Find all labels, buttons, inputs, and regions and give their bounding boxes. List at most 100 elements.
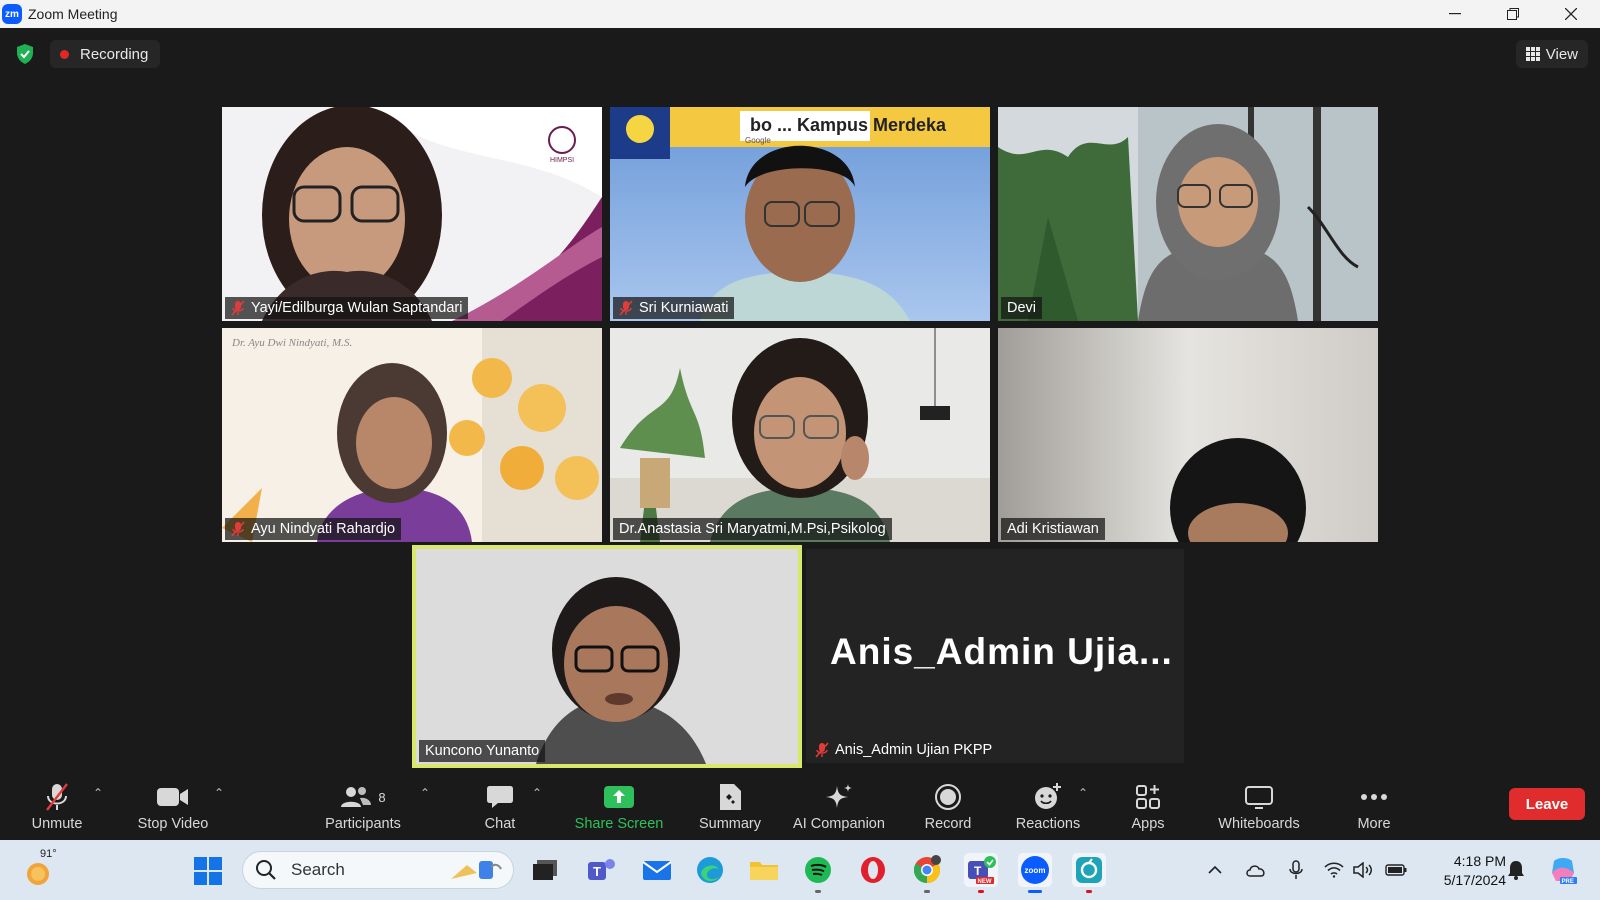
restore-button[interactable] bbox=[1484, 0, 1542, 28]
record-button[interactable]: Record bbox=[914, 774, 982, 840]
participant-display-name: Anis_Admin Ujia... bbox=[830, 631, 1173, 672]
ai-companion-label: AI Companion bbox=[793, 816, 885, 832]
view-label: View bbox=[1545, 45, 1578, 63]
taskbar-edge[interactable] bbox=[693, 853, 727, 887]
video-tile[interactable]: Adi Kristiawan bbox=[998, 328, 1378, 542]
taskbar-chrome[interactable] bbox=[910, 853, 944, 893]
taskbar-file-explorer[interactable] bbox=[747, 853, 781, 887]
unmute-button[interactable]: Unmute bbox=[22, 774, 92, 840]
running-indicator bbox=[924, 890, 930, 893]
taskbar-file-explorer-dark[interactable] bbox=[528, 853, 562, 887]
no-video-tile[interactable]: Anis_Admin Ujia... Anis_Admin Ujian PKPP bbox=[806, 549, 1184, 763]
recording-dot-icon bbox=[60, 49, 69, 59]
weather-widget[interactable]: 91° bbox=[24, 848, 64, 890]
more-button[interactable]: More bbox=[1346, 774, 1402, 840]
participant-name-tag: Devi bbox=[1001, 297, 1043, 319]
video-options-chevron-icon[interactable]: ⌃ bbox=[214, 786, 224, 800]
folder-icon bbox=[750, 862, 778, 880]
himpsi-logo-text: HIMPSI bbox=[550, 157, 574, 164]
video-tile[interactable]: Dr.Anastasia Sri Maryatmi,M.Psi,Psikolog bbox=[610, 328, 990, 542]
recording-label: Recording bbox=[80, 45, 149, 63]
zoom-app-label: zoom bbox=[1025, 866, 1046, 875]
reactions-button[interactable]: Reactions bbox=[1010, 774, 1086, 840]
share-screen-button[interactable]: Share Screen bbox=[570, 774, 668, 840]
participant-name-tag: Anis_Admin Ujian PKPP bbox=[809, 739, 998, 761]
video-tile[interactable]: Devi bbox=[998, 107, 1378, 321]
chat-button[interactable]: Chat bbox=[470, 774, 530, 840]
taskbar-clock[interactable]: 4:18 PM 5/17/2024 bbox=[1420, 852, 1506, 890]
taskbar-spotify[interactable] bbox=[801, 853, 835, 893]
zoom-logo-icon: zm bbox=[2, 4, 22, 24]
video-tile[interactable]: bo ... Kampus Merdeka Google Sri Kurniaw… bbox=[610, 107, 990, 321]
participant-name: Devi bbox=[1007, 300, 1037, 316]
copilot-icon[interactable]: PRE bbox=[1548, 855, 1578, 885]
close-icon bbox=[1565, 8, 1577, 20]
ai-sparkle-icon bbox=[826, 784, 852, 808]
wifi-icon[interactable] bbox=[1322, 858, 1346, 882]
more-dots-icon bbox=[1361, 794, 1387, 800]
video-tile[interactable]: Dr. Ayu Dwi Nindyati, M.S. Ayu Nindyati … bbox=[222, 328, 602, 542]
taskbar-teams[interactable]: T bbox=[584, 853, 618, 887]
participant-video: HIMPSI bbox=[222, 107, 602, 321]
chat-options-chevron-icon[interactable]: ⌃ bbox=[532, 786, 542, 800]
active-speaker-tile[interactable]: Kuncono Yunanto bbox=[412, 545, 802, 768]
participants-options-chevron-icon[interactable]: ⌃ bbox=[420, 786, 430, 800]
microphone-icon[interactable] bbox=[1284, 858, 1308, 882]
volume-icon[interactable] bbox=[1352, 858, 1376, 882]
summary-button[interactable]: Summary bbox=[690, 774, 770, 840]
recording-indicator[interactable]: Recording bbox=[50, 40, 161, 68]
audio-options-chevron-icon[interactable]: ⌃ bbox=[93, 786, 103, 800]
running-indicator bbox=[1086, 890, 1092, 893]
notification-bell-icon[interactable] bbox=[1504, 858, 1528, 882]
close-button[interactable] bbox=[1542, 0, 1600, 28]
running-indicator bbox=[978, 890, 984, 893]
stop-video-label: Stop Video bbox=[137, 816, 209, 832]
reactions-label: Reactions bbox=[1015, 816, 1081, 832]
window-title: Zoom Meeting bbox=[28, 6, 118, 22]
restore-icon bbox=[1507, 8, 1519, 20]
participant-name-tag: Sri Kurniawati bbox=[613, 297, 735, 319]
leave-button[interactable]: Leave bbox=[1509, 788, 1585, 820]
apps-icon bbox=[1136, 785, 1160, 809]
apps-button[interactable]: Apps bbox=[1122, 774, 1174, 840]
teams-new-icon: TNEW bbox=[968, 856, 996, 885]
clock-time: 4:18 PM bbox=[1453, 853, 1506, 869]
participant-name-tag: Dr.Anastasia Sri Maryatmi,M.Psi,Psikolog bbox=[613, 518, 892, 540]
taskbar-search-input[interactable]: Search bbox=[242, 851, 514, 889]
search-icon bbox=[256, 860, 276, 880]
taskbar-screen-recorder[interactable] bbox=[1072, 853, 1106, 893]
record-label: Record bbox=[924, 816, 972, 832]
video-tile[interactable]: HIMPSI Yayi/Edilburga Wulan Saptandari bbox=[222, 107, 602, 321]
taskbar-teams-new[interactable]: T NEW bbox=[964, 853, 998, 893]
tray-overflow-chevron-icon[interactable] bbox=[1203, 858, 1227, 882]
taskbar-zoom[interactable]: zoom bbox=[1018, 853, 1052, 893]
participant-name: Adi Kristiawan bbox=[1007, 521, 1099, 537]
windows-start-icon[interactable] bbox=[194, 857, 222, 885]
minimize-button[interactable] bbox=[1426, 0, 1484, 28]
meeting-toolbar: Unmute ⌃ Stop Video ⌃ 8 Participants ⌃ C… bbox=[0, 774, 1600, 840]
participant-name-tag: Ayu Nindyati Rahardjo bbox=[225, 518, 402, 540]
search-highlight-icon bbox=[451, 861, 502, 879]
encryption-shield-icon[interactable] bbox=[16, 44, 34, 64]
onedrive-cloud-icon[interactable] bbox=[1244, 858, 1268, 882]
banner-text: bo ... Kampus Merdeka bbox=[750, 115, 947, 135]
taskbar-opera[interactable] bbox=[856, 853, 890, 887]
whiteboards-button[interactable]: Whiteboards bbox=[1210, 774, 1308, 840]
ai-companion-button[interactable]: AI Companion bbox=[784, 774, 894, 840]
participants-icon bbox=[341, 787, 372, 807]
stop-video-button[interactable]: Stop Video bbox=[130, 774, 216, 840]
reactions-smiley-icon bbox=[1035, 783, 1061, 809]
battery-icon[interactable] bbox=[1384, 858, 1408, 882]
share-screen-label: Share Screen bbox=[574, 816, 664, 832]
participant-name: Yayi/Edilburga Wulan Saptandari bbox=[251, 300, 463, 316]
participants-button[interactable]: 8 Participants bbox=[318, 774, 408, 840]
taskbar-mail[interactable] bbox=[640, 853, 674, 887]
title-bar: zm Zoom Meeting bbox=[0, 0, 1600, 28]
participant-video: bo ... Kampus Merdeka Google bbox=[610, 107, 990, 321]
participants-label: Participants bbox=[325, 816, 401, 832]
teams-new-badge: NEW bbox=[978, 879, 992, 885]
view-button[interactable]: View bbox=[1515, 40, 1588, 68]
mic-muted-icon bbox=[619, 300, 633, 316]
whiteboards-label: Whiteboards bbox=[1218, 816, 1300, 832]
reactions-options-chevron-icon[interactable]: ⌃ bbox=[1078, 786, 1088, 800]
